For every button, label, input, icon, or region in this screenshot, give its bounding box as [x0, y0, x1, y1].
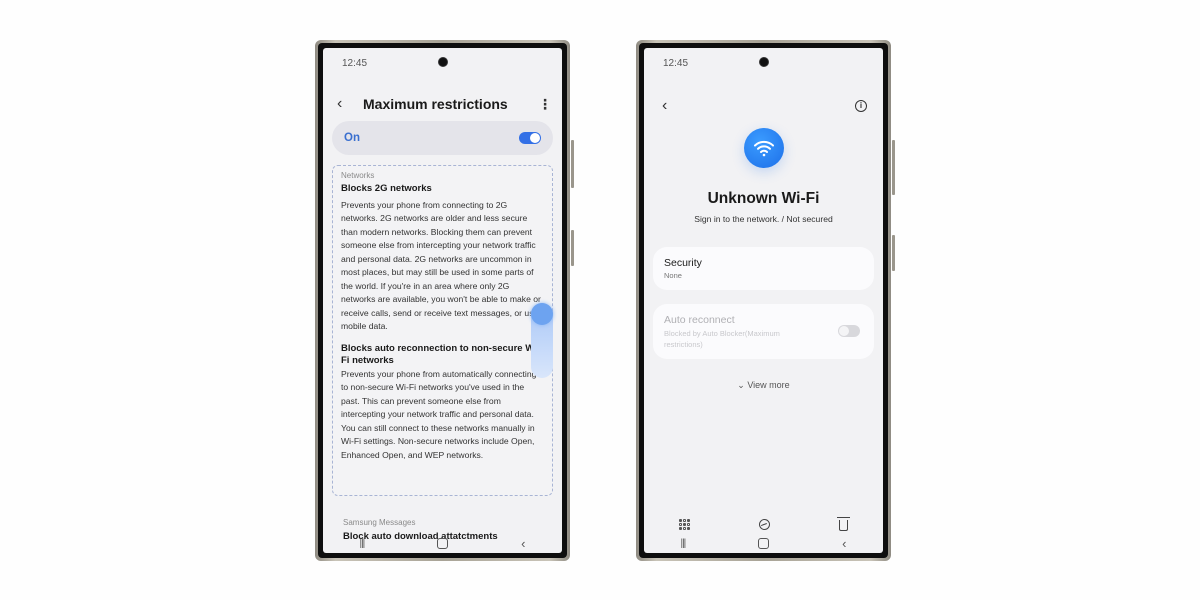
section-label-networks: Networks [341, 171, 375, 180]
action-bar [644, 517, 883, 531]
volume-button [571, 140, 574, 188]
screen-wifi-details: 12:45 ‹ i Unknown Wi-Fi Sign in to the n… [644, 48, 883, 553]
master-toggle-switch[interactable] [519, 132, 541, 144]
nav-back-icon[interactable]: ‹ [521, 536, 525, 551]
info-icon[interactable]: i [855, 100, 867, 112]
network-name: Unknown Wi-Fi [707, 190, 820, 207]
qr-code-icon[interactable] [678, 519, 690, 530]
navigation-bar: ||| ‹ [644, 535, 883, 551]
master-toggle-row[interactable]: On [332, 121, 553, 155]
auto-reconnect-row: Auto reconnect Blocked by Auto Blocker(M… [653, 304, 874, 359]
section-label-samsung-messages: Samsung Messages [343, 518, 416, 527]
auto-reconnect-note: Blocked by Auto Blocker(Maximum restrict… [664, 329, 780, 349]
item-title-blocks-2g: Blocks 2G networks [341, 183, 432, 194]
more-vertical-icon[interactable]: ⋮ [538, 97, 552, 111]
phone-left: 12:45 ‹ Maximum restrictions ⋮ On Networ… [315, 40, 574, 561]
navigation-bar: ||| ‹ [323, 535, 562, 551]
wifi-icon [743, 128, 784, 168]
front-camera [758, 57, 769, 67]
security-label: Security [664, 257, 702, 269]
app-header: ‹ Maximum restrictions ⋮ [337, 93, 552, 115]
network-status[interactable]: Sign in to the network. / Not secured [644, 214, 883, 224]
recent-apps-icon[interactable]: ||| [680, 538, 686, 549]
app-header: ‹ i [662, 97, 867, 115]
power-button [892, 235, 895, 271]
bezel: 12:45 ‹ Maximum restrictions ⋮ On Networ… [318, 43, 567, 558]
bezel: 12:45 ‹ i Unknown Wi-Fi Sign in to the n… [639, 43, 888, 558]
master-toggle-label: On [344, 132, 360, 144]
view-more-button[interactable]: ⌄ View more [644, 380, 883, 391]
scrollbar-thumb[interactable] [531, 303, 553, 325]
wifi-glyph [753, 140, 774, 157]
item-desc-blocks-2g: Prevents your phone from connecting to 2… [341, 199, 541, 332]
home-icon[interactable] [437, 537, 449, 549]
status-time: 12:45 [663, 58, 689, 69]
nav-back-icon[interactable]: ‹ [842, 536, 846, 551]
recent-apps-icon[interactable]: ||| [359, 538, 365, 549]
forget-network-icon[interactable] [758, 519, 770, 530]
trash-icon[interactable] [837, 517, 851, 531]
volume-button [892, 140, 895, 195]
security-value: None [664, 271, 682, 280]
auto-reconnect-toggle [838, 325, 860, 337]
stage: 12:45 ‹ Maximum restrictions ⋮ On Networ… [0, 0, 1200, 600]
networks-section-card: Networks Blocks 2G networks Prevents you… [332, 165, 553, 496]
front-camera [437, 57, 448, 67]
auto-reconnect-label: Auto reconnect [664, 314, 735, 326]
back-icon[interactable]: ‹ [662, 97, 667, 115]
home-icon[interactable] [758, 537, 770, 549]
status-time: 12:45 [342, 58, 368, 69]
item-title-blocks-auto-reconnect: Blocks auto reconnection to non-secure W… [341, 342, 540, 367]
back-icon[interactable]: ‹ [337, 95, 357, 113]
item-desc-blocks-auto-reconnect: Prevents your phone from automatically c… [341, 368, 537, 460]
security-row: Security None [653, 247, 874, 290]
power-button [571, 230, 574, 266]
screen-maximum-restrictions: 12:45 ‹ Maximum restrictions ⋮ On Networ… [323, 48, 562, 553]
phone-right: 12:45 ‹ i Unknown Wi-Fi Sign in to the n… [636, 40, 895, 561]
page-title: Maximum restrictions [363, 96, 508, 112]
